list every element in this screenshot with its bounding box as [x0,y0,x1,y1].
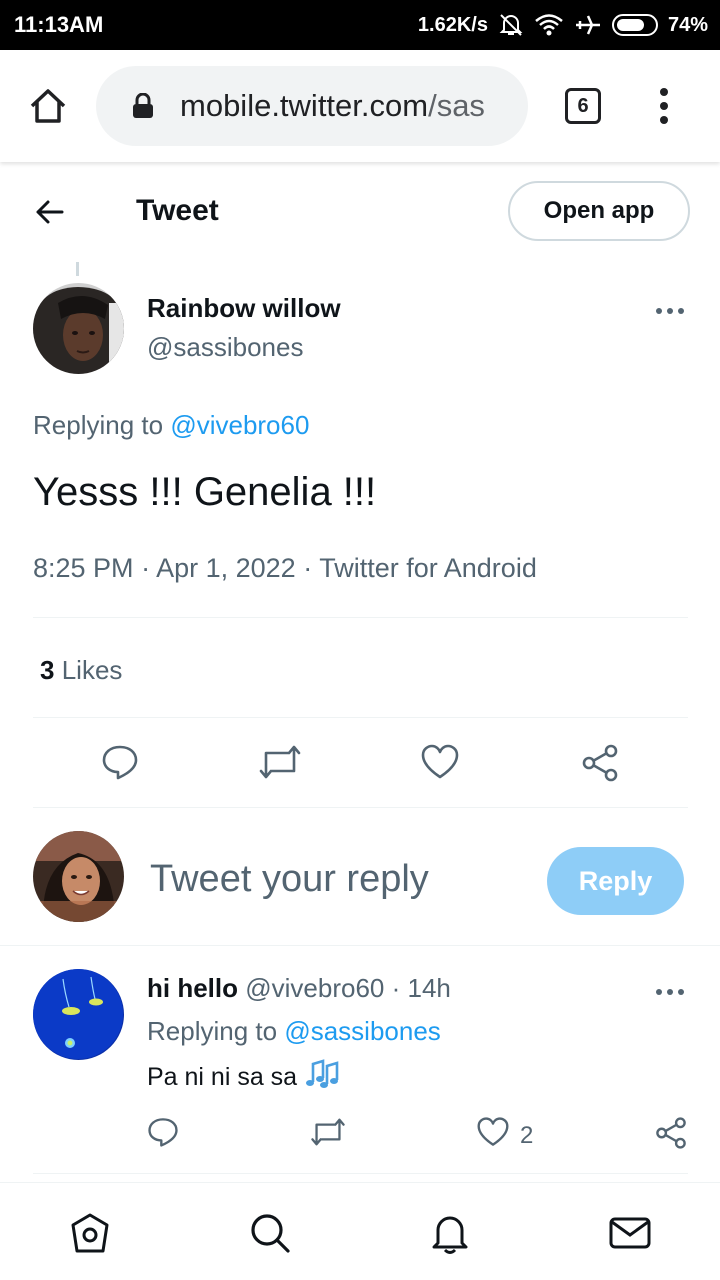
author-name[interactable]: Rainbow willow [147,293,341,324]
replying-prefix: Replying to [147,1016,278,1046]
reply-icon[interactable] [147,1116,179,1148]
reply-icon[interactable] [101,743,139,781]
reply-header-line: hi hello @vivebro60 · 14h [147,973,451,1004]
tweet-time[interactable]: 8:25 PM [33,553,134,583]
tab-switcher-button[interactable]: 6 [565,88,601,124]
meta-separator: · [141,553,151,583]
network-speed: 1.62K/s [417,13,488,36]
replying-to-mention[interactable]: @vivebro60 [170,410,309,440]
like-icon[interactable] [476,1116,510,1155]
divider [0,945,720,946]
divider [33,717,688,718]
reply-text-line: Pa ni ni sa sa [147,1058,341,1097]
current-user-avatar [33,831,124,922]
reply-input[interactable]: Tweet your reply [150,858,429,901]
url-path: /sas [428,88,485,123]
divider [33,617,688,618]
browser-toolbar: mobile.twitter.com/sas 6 [0,50,720,162]
url-host: mobile.twitter.com [180,88,429,123]
music-notes-icon [305,1058,341,1097]
battery-fill [616,19,644,31]
share-icon[interactable] [580,743,620,783]
replying-to-line: Replying to @vivebro60 [33,410,309,441]
meta-separator: · [391,973,401,1003]
open-app-button[interactable]: Open app [508,181,690,241]
tweet-date[interactable]: Apr 1, 2022 [156,553,296,583]
tweet-text: Yesss !!! Genelia !!! [33,470,377,514]
url-text: mobile.twitter.com/sas [180,88,510,124]
likes-count: 3 [40,655,55,685]
more-icon[interactable] [654,984,686,995]
like-icon[interactable] [420,743,460,781]
divider [33,1173,688,1174]
address-bar[interactable]: mobile.twitter.com/sas [96,66,528,146]
mute-bell-icon [498,12,524,38]
search-icon[interactable] [248,1211,292,1255]
author-handle[interactable]: @sassibones [147,332,303,363]
likes-label: Likes [61,655,123,685]
reply-author-name[interactable]: hi hello [147,973,238,1003]
wifi-icon [534,13,564,37]
thread-connector-line [76,262,79,276]
more-icon[interactable] [654,303,686,314]
battery-percent: 74% [667,13,708,36]
reply-author-avatar[interactable] [33,969,124,1060]
battery-icon [611,14,658,36]
overflow-menu-icon[interactable] [650,86,678,126]
status-right-group: 1.62K/s 74% [418,10,708,40]
tweet-source[interactable]: Twitter for Android [319,553,537,583]
author-avatar[interactable] [33,283,124,374]
lock-icon [132,92,154,119]
status-time: 11:13AM [14,12,104,37]
meta-separator: · [303,553,313,583]
reply-replying-to-line: Replying to @sassibones [147,1016,441,1047]
reply-text: Pa ni ni sa sa [147,1063,298,1091]
replying-prefix: Replying to [33,410,164,440]
bottom-nav [0,1182,720,1280]
home-icon[interactable] [26,84,70,128]
page-title: Tweet [136,194,219,227]
like-count: 2 [520,1121,534,1149]
tweet-meta: 8:25 PM · Apr 1, 2022 · Twitter for Andr… [33,553,537,584]
reply-button[interactable]: Reply [547,847,684,915]
messages-icon[interactable] [608,1211,652,1255]
status-bar: 11:13AM 1.62K/s 74% [0,0,720,50]
reply-author-handle[interactable]: @vivebro60 [245,973,384,1003]
reply-time[interactable]: 14h [408,973,451,1003]
likes-summary[interactable]: 3 Likes [40,655,122,686]
retweet-icon[interactable] [258,743,302,781]
replying-to-mention[interactable]: @sassibones [284,1016,440,1046]
notifications-icon[interactable] [428,1211,472,1255]
tweet-header: Tweet Open app [0,162,720,262]
share-icon[interactable] [654,1116,688,1150]
divider [33,807,688,808]
back-arrow-icon[interactable] [32,194,68,230]
retweet-icon[interactable] [310,1116,346,1148]
airplane-icon [574,12,602,38]
home-icon[interactable] [68,1211,112,1255]
like-action[interactable]: 2 [476,1116,533,1155]
